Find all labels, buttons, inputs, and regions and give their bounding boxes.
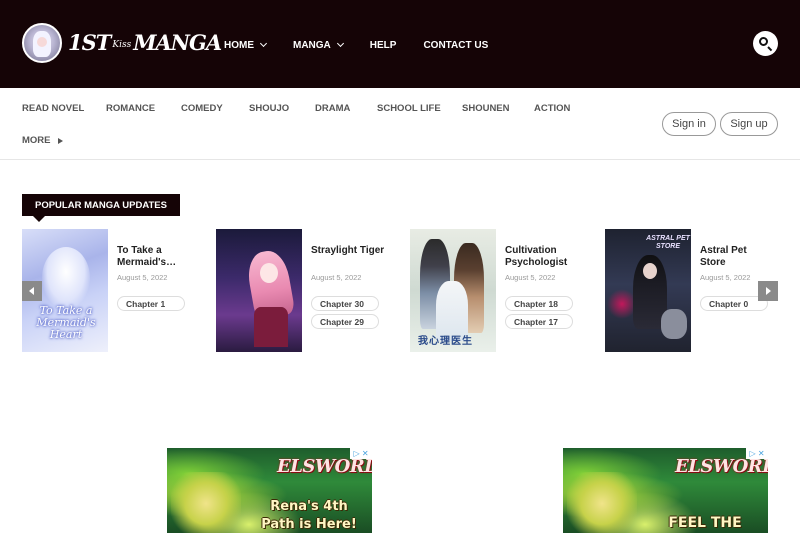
- manga-date: August 5, 2022: [311, 273, 362, 282]
- chapter-link[interactable]: Chapter 18: [505, 296, 573, 311]
- chevron-down-icon: [259, 39, 268, 48]
- ad-choices-icon[interactable]: ▷ ✕: [746, 448, 768, 459]
- ad-tagline: Rena's 4th Path is Here!: [261, 499, 357, 532]
- cover-figure-face: [260, 263, 278, 283]
- ad-hero-art: [567, 472, 637, 533]
- carousel-prev-button[interactable]: [22, 281, 42, 301]
- nav-item-manga[interactable]: MANGA: [293, 39, 344, 51]
- ad-banner[interactable]: ELSWORD FEEL THE ▷ ✕: [563, 448, 768, 533]
- genre-comedy[interactable]: COMEDY: [181, 103, 223, 114]
- sign-up-button[interactable]: Sign up: [720, 112, 778, 136]
- manga-title[interactable]: Straylight Tiger: [311, 245, 386, 257]
- ad-banner[interactable]: ELSWORD Rena's 4th Path is Here! ▷ ✕: [167, 448, 372, 533]
- ad-choices-icon[interactable]: ▷ ✕: [350, 448, 372, 459]
- site-header: 1ST KissMANGA HOME MANGA HELP CONTACT US: [0, 0, 800, 88]
- genre-read-novel[interactable]: READ NOVEL: [22, 103, 84, 114]
- site-logo-icon[interactable]: [22, 23, 62, 63]
- chapter-link[interactable]: Chapter 29: [311, 314, 379, 329]
- nav-item-help[interactable]: HELP: [370, 40, 397, 51]
- cover-title-text: 我心理医生: [418, 336, 473, 347]
- nav-item-home[interactable]: HOME: [224, 39, 268, 51]
- chapter-link[interactable]: Chapter 17: [505, 314, 573, 329]
- cover-pet-figure: [661, 309, 687, 339]
- genre-more-button[interactable]: MORE: [22, 135, 63, 146]
- manga-cover[interactable]: [216, 229, 302, 352]
- ad-brand-logo: ELSWORD: [675, 456, 768, 477]
- ad-brand-logo: ELSWORD: [277, 456, 372, 477]
- main-nav: HOME MANGA HELP CONTACT US: [224, 38, 515, 52]
- genre-shoujo[interactable]: SHOUJO: [249, 103, 289, 114]
- genre-shounen[interactable]: SHOUNEN: [462, 103, 510, 114]
- genre-romance[interactable]: ROMANCE: [106, 103, 155, 114]
- nav-item-label: HELP: [369, 39, 397, 51]
- logo-text-tail: MANGA: [133, 30, 222, 55]
- manga-title[interactable]: Astral Pet Store: [700, 245, 775, 268]
- chevron-right-icon: [766, 287, 771, 295]
- nav-item-label: CONTACT US: [423, 39, 489, 51]
- cover-figure-face: [643, 263, 657, 279]
- search-icon: [759, 37, 768, 46]
- chapter-link[interactable]: Chapter 1: [117, 296, 185, 311]
- cover-figure-body: [254, 307, 288, 347]
- manga-date: August 5, 2022: [117, 273, 168, 282]
- genre-school-life[interactable]: SCHOOL LIFE: [377, 103, 441, 114]
- sign-in-button[interactable]: Sign in: [662, 112, 716, 136]
- cover-figure: [42, 247, 90, 309]
- genre-action[interactable]: ACTION: [534, 103, 570, 114]
- genre-drama[interactable]: DRAMA: [315, 103, 350, 114]
- search-button[interactable]: [753, 31, 778, 56]
- triangle-right-icon: [57, 137, 63, 144]
- manga-date: August 5, 2022: [700, 273, 751, 282]
- logo-text-main: 1ST: [68, 30, 111, 55]
- search-icon-handle: [767, 46, 773, 52]
- cover-title-text: ASTRAL PET STORE: [646, 235, 690, 250]
- manga-date: August 5, 2022: [505, 273, 556, 282]
- manga-card: Straylight Tiger August 5, 2022 Chapter …: [216, 229, 396, 353]
- ad-tagline: FEEL THE: [668, 515, 742, 531]
- nav-item-contact-us[interactable]: CONTACT US: [423, 40, 488, 51]
- section-title-popular: POPULAR MANGA UPDATES: [22, 194, 180, 222]
- manga-title[interactable]: Cultivation Psychologist: [505, 245, 580, 268]
- ad-hero-art: [171, 472, 241, 533]
- genre-more-label: MORE: [22, 135, 51, 146]
- manga-card: 我心理医生 Cultivation Psychologist August 5,…: [410, 229, 590, 353]
- logo-text-small: Kiss: [112, 39, 132, 50]
- chapter-link[interactable]: Chapter 30: [311, 296, 379, 311]
- cover-title-text: To Take a Mermaid's Heart: [36, 304, 96, 341]
- site-logo-text[interactable]: 1ST KissMANGA: [68, 30, 222, 55]
- manga-title[interactable]: To Take a Mermaid's…: [117, 245, 192, 268]
- chevron-down-icon: [336, 39, 344, 48]
- nav-item-label: MANGA: [293, 39, 331, 51]
- manga-cover[interactable]: 我心理医生: [410, 229, 496, 352]
- chevron-left-icon: [29, 287, 34, 295]
- carousel-next-button[interactable]: [758, 281, 778, 301]
- logo-face-shape: [37, 37, 47, 47]
- nav-item-label: HOME: [224, 39, 254, 51]
- manga-card: To Take a Mermaid's Heart To Take a Merm…: [22, 229, 202, 353]
- manga-cover[interactable]: ASTRAL PET STORE: [605, 229, 691, 352]
